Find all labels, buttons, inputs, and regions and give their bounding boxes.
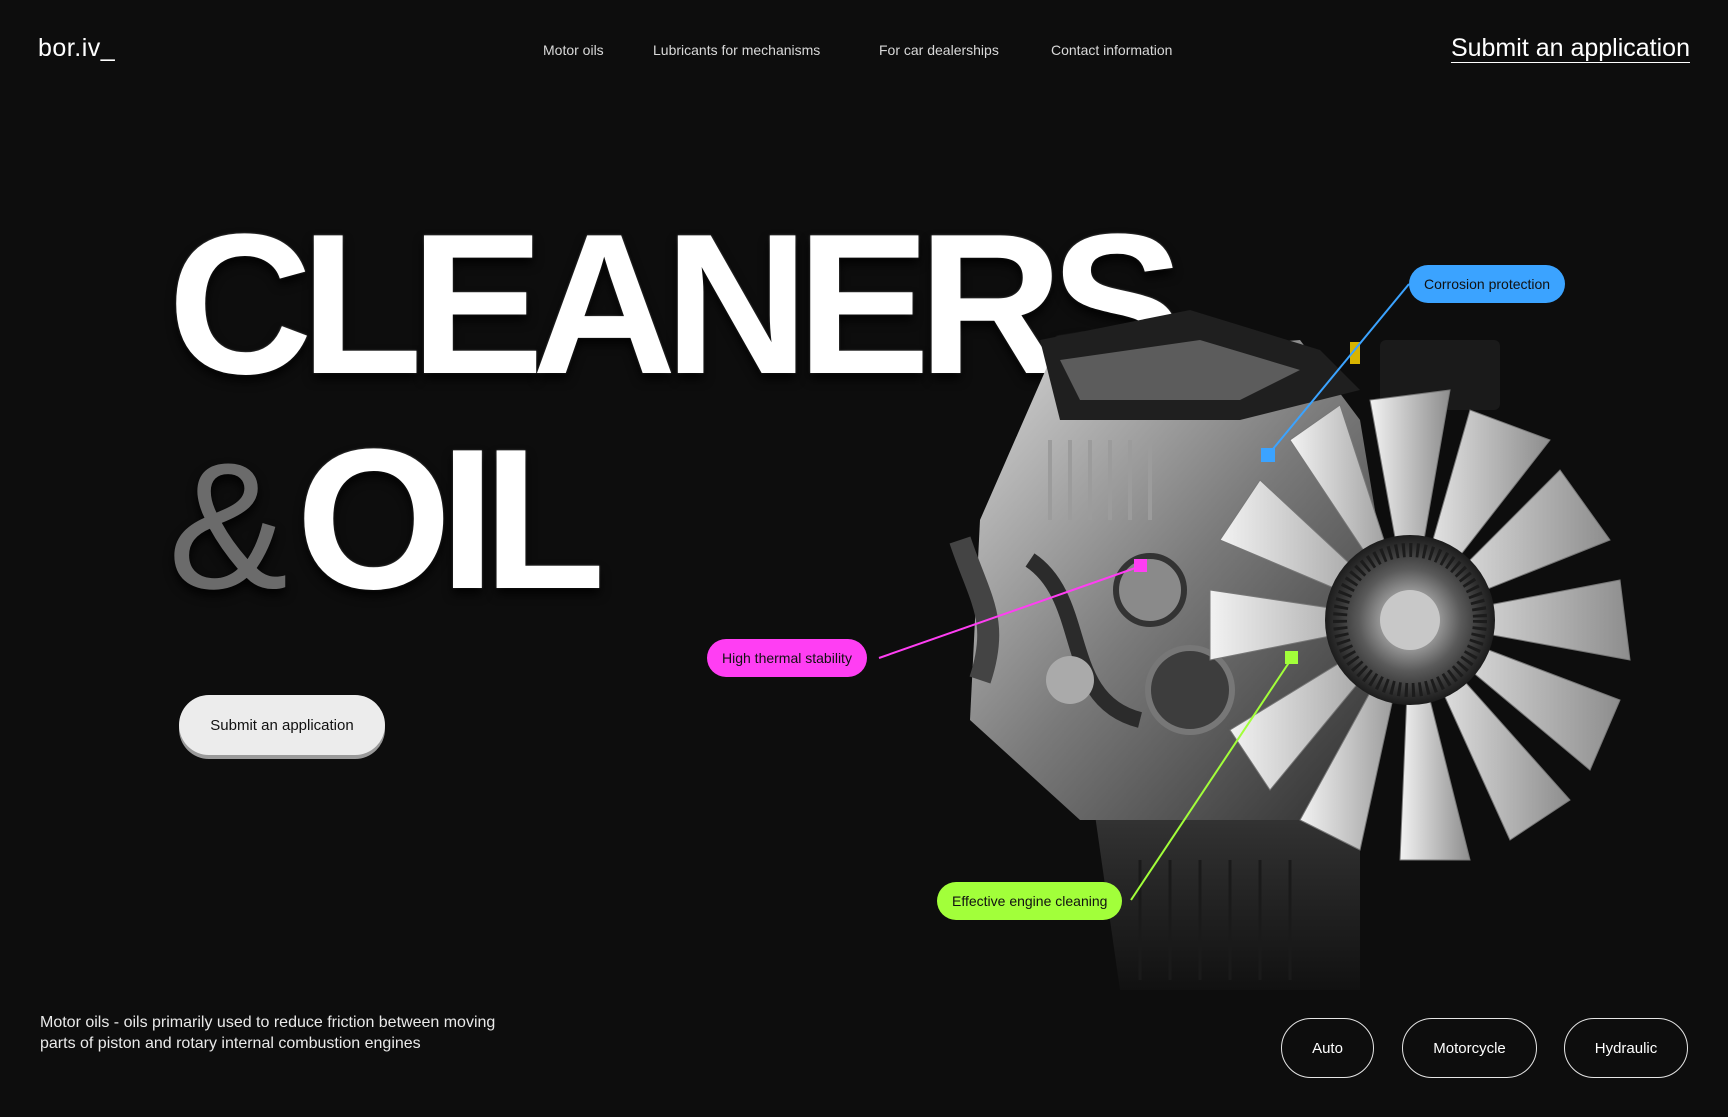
callout-thermal-stability[interactable]: High thermal stability	[707, 639, 867, 677]
nav-motor-oils[interactable]: Motor oils	[543, 42, 604, 58]
headline-ampersand: &	[168, 426, 288, 627]
nav-car-dealerships[interactable]: For car dealerships	[879, 42, 999, 58]
nav-lubricants[interactable]: Lubricants for mechanisms	[653, 42, 820, 58]
submit-application-link[interactable]: Submit an application	[1451, 34, 1690, 63]
headline-line2: &OIL	[168, 420, 605, 620]
nav-contact-information[interactable]: Contact information	[1051, 42, 1172, 58]
motor-oils-description: Motor oils - oils primarily used to redu…	[40, 1014, 496, 1052]
category-motorcycle-button[interactable]: Motorcycle	[1402, 1018, 1537, 1078]
page: bor.iv_ Motor oils Lubricants for mechan…	[0, 0, 1728, 1117]
callout-corrosion-protection[interactable]: Corrosion protection	[1409, 265, 1566, 303]
category-auto-button[interactable]: Auto	[1281, 1018, 1374, 1078]
category-hydraulic-button[interactable]: Hydraulic	[1564, 1018, 1688, 1078]
submit-application-button[interactable]: Submit an application	[179, 695, 385, 755]
headline-oil: OIL	[296, 408, 605, 631]
callout-engine-cleaning[interactable]: Effective engine cleaning	[937, 882, 1123, 920]
